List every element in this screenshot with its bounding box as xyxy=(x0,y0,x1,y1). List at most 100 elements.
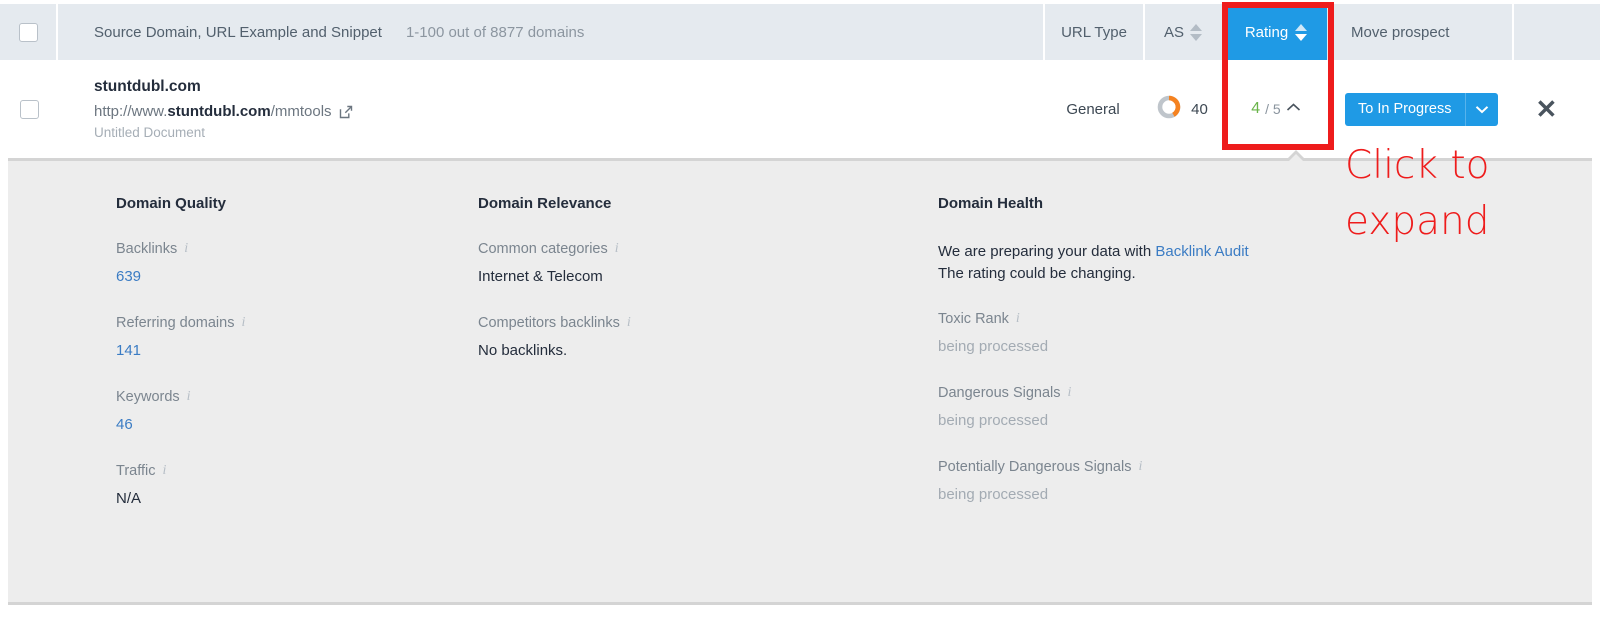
label-text: Traffic xyxy=(116,463,155,479)
header-rating-column[interactable]: Rating xyxy=(1221,4,1331,60)
row-as-cell: 40 xyxy=(1143,94,1221,124)
domain-quality-section: Domain Quality Backlinks i 639 Referring… xyxy=(8,195,478,537)
expanded-detail-panel: Domain Quality Backlinks i 639 Referring… xyxy=(8,158,1592,605)
field-value[interactable]: 639 xyxy=(116,268,478,285)
field-value: being processed xyxy=(938,338,1592,355)
field-value: being processed xyxy=(938,412,1592,429)
header-as-column[interactable]: AS xyxy=(1143,4,1221,60)
header-move-prospect-label: Move prospect xyxy=(1351,24,1449,41)
info-icon[interactable]: i xyxy=(627,315,631,331)
rating-max: / 5 xyxy=(1265,101,1281,117)
header-select-all-cell[interactable] xyxy=(0,4,58,60)
domain-health-section: Domain Health We are preparing your data… xyxy=(938,195,1592,537)
label-text: Dangerous Signals xyxy=(938,385,1061,401)
label-text: Toxic Rank xyxy=(938,311,1009,327)
header-move-prospect-column: Move prospect xyxy=(1331,4,1512,60)
rating-sort-button[interactable]: Rating xyxy=(1225,4,1327,60)
as-gauge-icon xyxy=(1156,94,1182,124)
row-checkbox[interactable] xyxy=(20,100,39,119)
header-url-type-column[interactable]: URL Type xyxy=(1043,4,1143,60)
field-value: Internet & Telecom xyxy=(478,268,938,285)
header-source-column[interactable]: Source Domain, URL Example and Snippet 1… xyxy=(58,4,1043,60)
sort-arrows-icon[interactable] xyxy=(1190,24,1202,41)
field-potentially-dangerous-signals: Potentially Dangerous Signals i being pr… xyxy=(938,459,1592,503)
panel-notch-inner xyxy=(1287,154,1305,163)
health-note-prefix: We are preparing your data with xyxy=(938,243,1155,260)
info-icon[interactable]: i xyxy=(241,315,245,331)
as-score: 40 xyxy=(1191,101,1208,118)
info-icon[interactable]: i xyxy=(187,389,191,405)
label-text: Backlinks xyxy=(116,241,177,257)
backlink-audit-link[interactable]: Backlink Audit xyxy=(1155,243,1248,260)
header-rating-label: Rating xyxy=(1245,24,1288,41)
header-as-label: AS xyxy=(1164,24,1184,41)
domain-name: stuntdubl.com xyxy=(94,78,1043,96)
header-result-count: 1-100 out of 8877 domains xyxy=(406,24,584,41)
sort-descending-icon xyxy=(1295,34,1307,41)
label-text: Common categories xyxy=(478,241,608,257)
info-icon[interactable]: i xyxy=(162,463,166,479)
health-note: We are preparing your data with Backlink… xyxy=(938,241,1592,285)
field-competitors-backlinks: Competitors backlinks i No backlinks. xyxy=(478,315,938,359)
field-label: Toxic Rank i xyxy=(938,311,1592,327)
move-prospect-split-button[interactable]: To In Progress xyxy=(1345,93,1498,126)
field-keywords: Keywords i 46 xyxy=(116,389,478,433)
close-icon[interactable]: ✕ xyxy=(1536,96,1558,122)
info-icon[interactable]: i xyxy=(1016,311,1020,327)
field-value: being processed xyxy=(938,486,1592,503)
row-url-type: General xyxy=(1043,101,1143,118)
info-icon[interactable]: i xyxy=(615,241,619,257)
sort-descending-icon xyxy=(1190,34,1202,41)
row-rating-cell[interactable]: 4 / 5 xyxy=(1221,100,1331,118)
rating-sort-arrows-icon[interactable] xyxy=(1295,24,1307,41)
field-value[interactable]: 141 xyxy=(116,342,478,359)
field-label: Backlinks i xyxy=(116,241,478,257)
field-label: Referring domains i xyxy=(116,315,478,331)
field-value: N/A xyxy=(116,490,478,507)
field-value[interactable]: 46 xyxy=(116,416,478,433)
field-label: Dangerous Signals i xyxy=(938,385,1592,401)
section-title: Domain Relevance xyxy=(478,195,938,212)
label-text: Referring domains xyxy=(116,315,234,331)
table-row: stuntdubl.com http://www.stuntdubl.com/m… xyxy=(0,60,1600,158)
field-referring-domains: Referring domains i 141 xyxy=(116,315,478,359)
label-text: Competitors backlinks xyxy=(478,315,620,331)
section-title: Domain Health xyxy=(938,195,1592,212)
info-icon[interactable]: i xyxy=(1068,385,1072,401)
field-value: No backlinks. xyxy=(478,342,938,359)
header-url-type-label: URL Type xyxy=(1061,24,1127,41)
sort-ascending-icon xyxy=(1190,24,1202,31)
field-toxic-rank: Toxic Rank i being processed xyxy=(938,311,1592,355)
select-all-checkbox[interactable] xyxy=(19,23,38,42)
info-icon[interactable]: i xyxy=(1138,459,1142,475)
field-traffic: Traffic i N/A xyxy=(116,463,478,507)
field-label: Potentially Dangerous Signals i xyxy=(938,459,1592,475)
move-prospect-dropdown-button[interactable] xyxy=(1465,93,1498,126)
rating-value: 4 xyxy=(1251,100,1260,118)
field-common-categories: Common categories i Internet & Telecom xyxy=(478,241,938,285)
label-text: Keywords xyxy=(116,389,180,405)
external-link-icon[interactable] xyxy=(339,105,353,119)
sort-ascending-icon xyxy=(1295,24,1307,31)
section-title: Domain Quality xyxy=(116,195,478,212)
header-actions-column xyxy=(1512,4,1600,60)
chevron-up-icon[interactable] xyxy=(1286,100,1301,118)
field-dangerous-signals: Dangerous Signals i being processed xyxy=(938,385,1592,429)
info-icon[interactable]: i xyxy=(184,241,188,257)
field-label: Traffic i xyxy=(116,463,478,479)
health-note-second-line: The rating could be changing. xyxy=(938,265,1136,282)
table-header: Source Domain, URL Example and Snippet 1… xyxy=(0,4,1600,60)
field-label: Common categories i xyxy=(478,241,938,257)
row-select-cell[interactable] xyxy=(0,100,58,119)
to-in-progress-button[interactable]: To In Progress xyxy=(1345,93,1465,126)
header-source-label: Source Domain, URL Example and Snippet xyxy=(94,24,382,41)
field-label: Keywords i xyxy=(116,389,478,405)
label-text: Potentially Dangerous Signals xyxy=(938,459,1131,475)
field-backlinks: Backlinks i 639 xyxy=(116,241,478,285)
row-actions-cell: To In Progress ✕ xyxy=(1331,93,1600,126)
domain-url-link[interactable]: http://www.stuntdubl.com/mmtools xyxy=(94,103,1043,120)
field-label: Competitors backlinks i xyxy=(478,315,938,331)
domain-snippet: Untitled Document xyxy=(94,125,1043,140)
row-source-cell: stuntdubl.com http://www.stuntdubl.com/m… xyxy=(58,78,1043,140)
url-text: http://www.stuntdubl.com/mmtools xyxy=(94,103,332,120)
